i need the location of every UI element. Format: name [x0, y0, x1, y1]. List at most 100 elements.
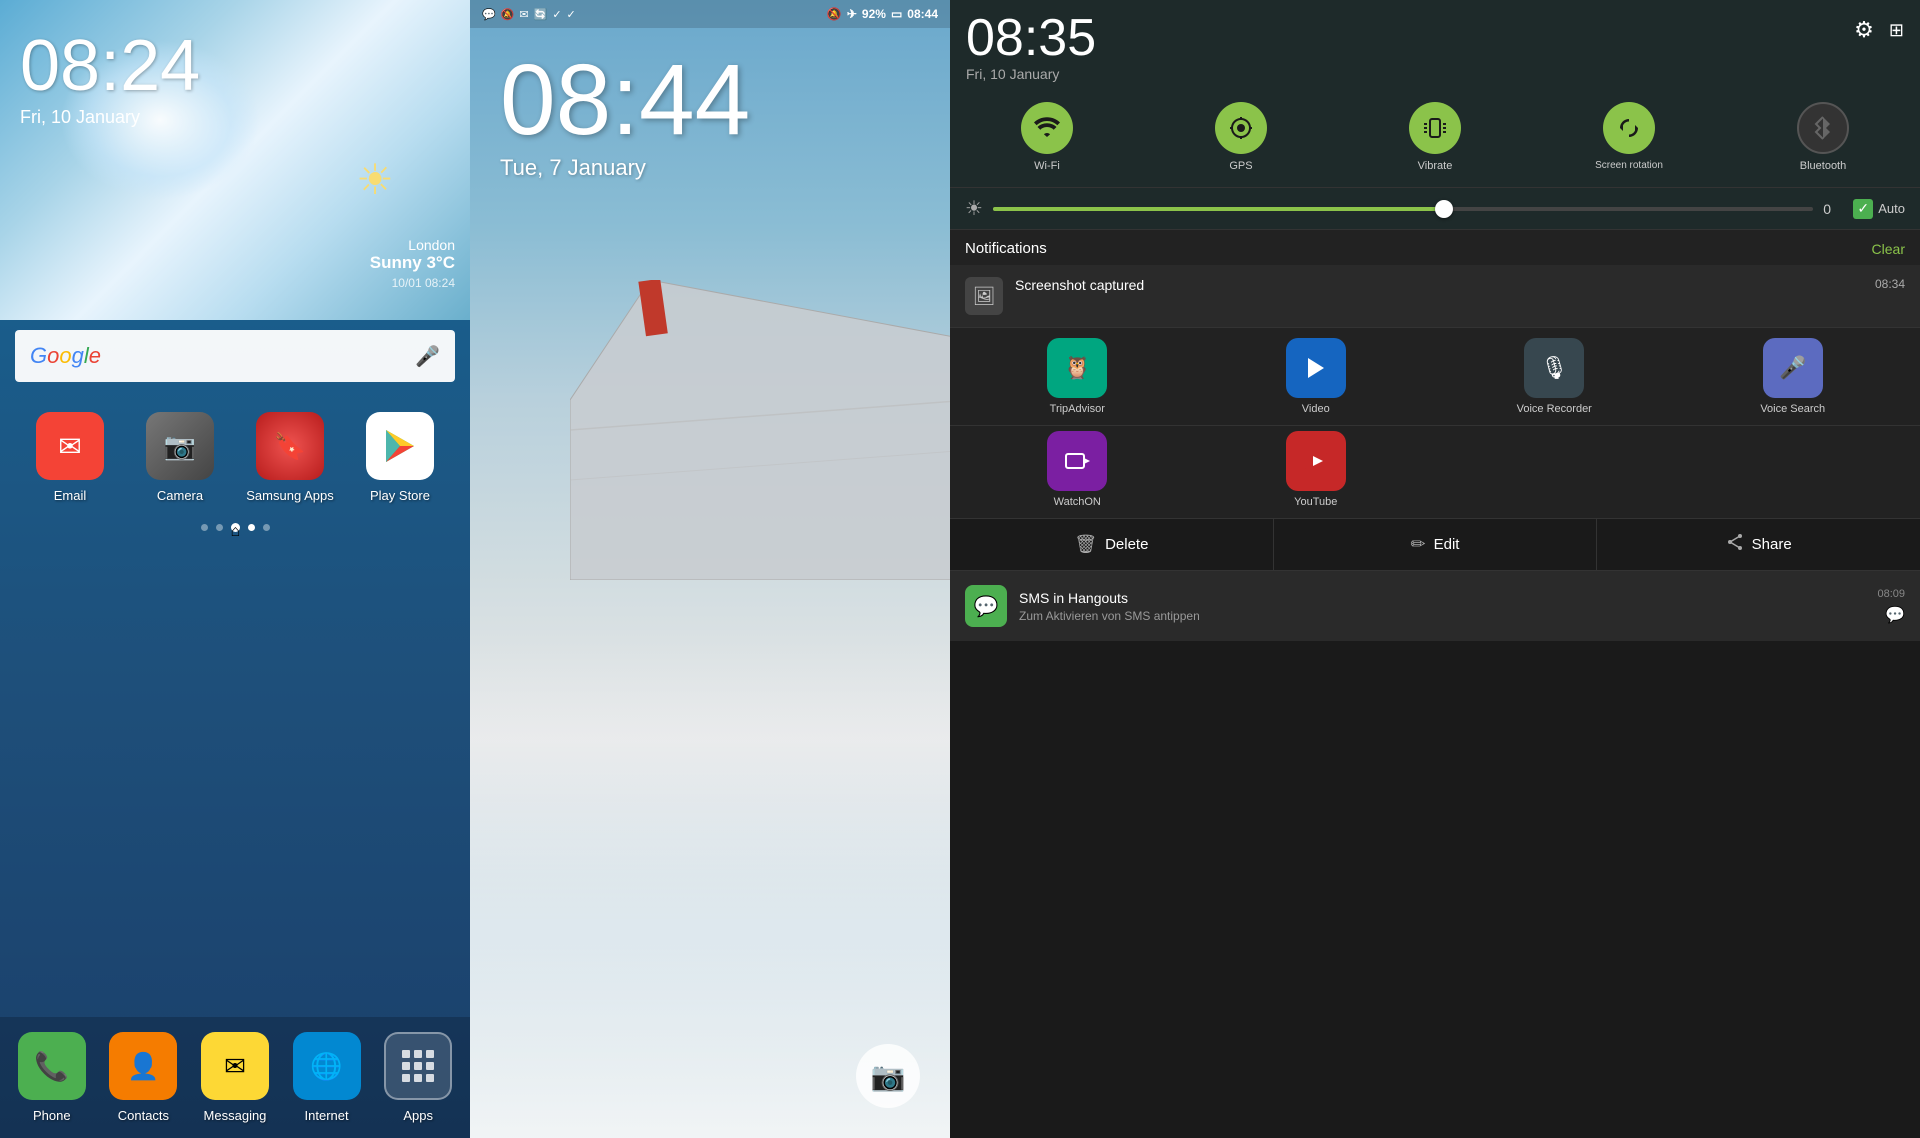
google-search-bar[interactable]: Google 🎤 [15, 330, 455, 382]
email-icon: ✉ [36, 412, 104, 480]
contacts-label: Contacts [118, 1108, 169, 1123]
auto-label: Auto [1878, 201, 1905, 216]
status2-right: 🔕 ✈ 92% ▭ 08:44 [827, 7, 938, 21]
shortcut-voice-search[interactable]: 🎤 Voice Search [1678, 338, 1909, 415]
lockscreen-panel: 💬 🔕 ✉ 🔄 ✓ ✓ 🔕 ✈ 92% ▭ 08:44 08:44 Tue, 7… [470, 0, 950, 1138]
screenshot-notification[interactable]: 🖼 Screenshot captured 08:34 [950, 265, 1920, 328]
dock-apps[interactable]: Apps [376, 1032, 460, 1123]
trash-icon: 🗑 [1074, 534, 1097, 555]
contacts-icon: 👤 [109, 1032, 177, 1100]
page-dot-4 [248, 524, 255, 531]
internet-label: Internet [305, 1108, 349, 1123]
delete-button[interactable]: 🗑 Delete [950, 519, 1274, 570]
hangouts2-icon: 💬 [482, 8, 496, 21]
brightness-thumb [1435, 200, 1453, 218]
screenshot-notif-title: Screenshot captured [1015, 277, 1144, 293]
header-time-area: 08:35 Fri, 10 January [966, 12, 1096, 82]
notif-time: 08:35 [966, 12, 1096, 64]
wifi-toggle-icon [1021, 102, 1073, 154]
play-store-icon [366, 412, 434, 480]
page-dot-1 [201, 524, 208, 531]
app-camera[interactable]: 📷 Camera [130, 412, 230, 503]
watchon-icon [1047, 431, 1107, 491]
phone-label: Phone [33, 1108, 71, 1123]
clear-notifications-button[interactable]: Clear [1872, 241, 1905, 257]
shortcut-tripadvisor[interactable]: 🦉 TripAdvisor [962, 338, 1193, 415]
dock-internet[interactable]: 🌐 Internet [285, 1032, 369, 1123]
weather-widget: 08:24 Fri, 10 January ☀ London Sunny 3°C… [0, 0, 470, 320]
page-dot-2 [216, 524, 223, 531]
brightness-slider[interactable] [993, 207, 1813, 211]
app-play-store[interactable]: Play Store [350, 412, 450, 503]
bluetooth-toggle-label: Bluetooth [1800, 160, 1846, 172]
lockscreen-camera-button[interactable]: 📷 [856, 1044, 920, 1108]
sms-hangouts-notification[interactable]: 💬 SMS in Hangouts Zum Aktivieren von SMS… [950, 571, 1920, 641]
voice-search-label: Voice Search [1760, 403, 1825, 415]
share-button[interactable]: Share [1597, 519, 1920, 570]
toggle-rotation[interactable]: Screen rotation [1532, 90, 1726, 177]
voice-search-mic-icon[interactable]: 🎤 [415, 344, 440, 369]
dock-messaging[interactable]: ✉ Messaging [193, 1032, 277, 1123]
voice-recorder-label: Voice Recorder [1517, 403, 1592, 415]
gps-toggle-label: GPS [1229, 160, 1252, 172]
sms-notif-title: SMS in Hangouts [1019, 590, 1865, 606]
rotation-toggle-icon [1603, 102, 1655, 154]
shortcut-watchon[interactable]: WatchON [962, 431, 1193, 508]
voice-recorder-icon: 🎙 [1524, 338, 1584, 398]
screenshot-notif-content: Screenshot captured [1015, 277, 1863, 295]
notification-header: 08:35 Fri, 10 January ⚙ ⊞ [950, 0, 1920, 90]
watchon-label: WatchON [1054, 496, 1101, 508]
sync2-icon: 🔄 [534, 8, 548, 21]
bluetooth-toggle-icon [1797, 102, 1849, 154]
camera-label: Camera [157, 488, 203, 503]
notification-action-bar: 🗑 Delete ✏ Edit Share [950, 519, 1920, 571]
brightness-adjust-icon: ☀ [965, 196, 983, 221]
camera-icon: 📷 [146, 412, 214, 480]
youtube-icon [1286, 431, 1346, 491]
shortcut-video[interactable]: Video [1201, 338, 1432, 415]
voice-search-icon: 🎤 [1763, 338, 1823, 398]
toggle-gps[interactable]: GPS [1144, 90, 1338, 177]
toggle-vibrate[interactable]: Vibrate [1338, 90, 1532, 177]
app-email[interactable]: ✉ Email [20, 412, 120, 503]
video-label: Video [1302, 403, 1330, 415]
youtube-label: YouTube [1294, 496, 1337, 508]
mute2-icon: 🔕 [501, 8, 515, 21]
vibrate-toggle-label: Vibrate [1418, 160, 1453, 172]
lockscreen-time: 08:44 Tue, 7 January [500, 50, 750, 181]
delete-label: Delete [1105, 536, 1148, 553]
grid-icon[interactable]: ⊞ [1889, 20, 1904, 41]
sms-notif-time: 08:09 [1877, 588, 1905, 600]
lockscreen-time-large: 08:44 [500, 50, 750, 150]
status2-left: 💬 🔕 ✉ 🔄 ✓ ✓ [482, 8, 576, 21]
app-shortcuts-grid: 🦉 TripAdvisor Video 🎙 Voice Recorder 🎤 V… [950, 328, 1920, 426]
airplane-wing [570, 280, 950, 580]
gps-toggle-icon [1215, 102, 1267, 154]
edit-button[interactable]: ✏ Edit [1274, 519, 1598, 570]
sms-notif-content: SMS in Hangouts Zum Aktivieren von SMS a… [1019, 590, 1865, 623]
pencil-icon: ✏ [1411, 534, 1426, 555]
notifications-title: Notifications [965, 240, 1047, 257]
shortcut-youtube[interactable]: YouTube [1201, 431, 1432, 508]
shortcut-voice-recorder[interactable]: 🎙 Voice Recorder [1439, 338, 1670, 415]
email2-icon: ✉ [519, 8, 528, 21]
toggle-bluetooth[interactable]: Bluetooth [1726, 90, 1920, 177]
phone-icon: 📞 [18, 1032, 86, 1100]
lockscreen-date: Tue, 7 January [500, 155, 750, 181]
auto-brightness-toggle[interactable]: ✓ Auto [1853, 199, 1905, 219]
app-samsung-apps[interactable]: 🔖 Samsung Apps [240, 412, 340, 503]
dock-phone[interactable]: 📞 Phone [10, 1032, 94, 1123]
battery-pct: 92% [862, 7, 886, 21]
dock-contacts[interactable]: 👤 Contacts [102, 1032, 186, 1123]
email-label: Email [54, 488, 87, 503]
apps-label: Apps [403, 1108, 433, 1123]
google-logo: Google [30, 343, 101, 369]
toggle-wifi[interactable]: Wi-Fi [950, 90, 1144, 177]
weather-desc: Sunny 3°C [370, 253, 455, 273]
sms-notif-body: Zum Aktivieren von SMS antippen [1019, 609, 1865, 623]
tripadvisor-icon: 🦉 [1047, 338, 1107, 398]
home-screen-panel: 🖼 💬 ☀ ▲ ▌▌▌ ▭ 08:24 08:24 Fri, 10 Januar… [0, 0, 470, 1138]
app-grid: ✉ Email 📷 Camera 🔖 Samsung Apps [0, 392, 470, 513]
settings-icon[interactable]: ⚙ [1854, 17, 1874, 43]
brightness-row: ☀ 0 ✓ Auto [950, 188, 1920, 230]
